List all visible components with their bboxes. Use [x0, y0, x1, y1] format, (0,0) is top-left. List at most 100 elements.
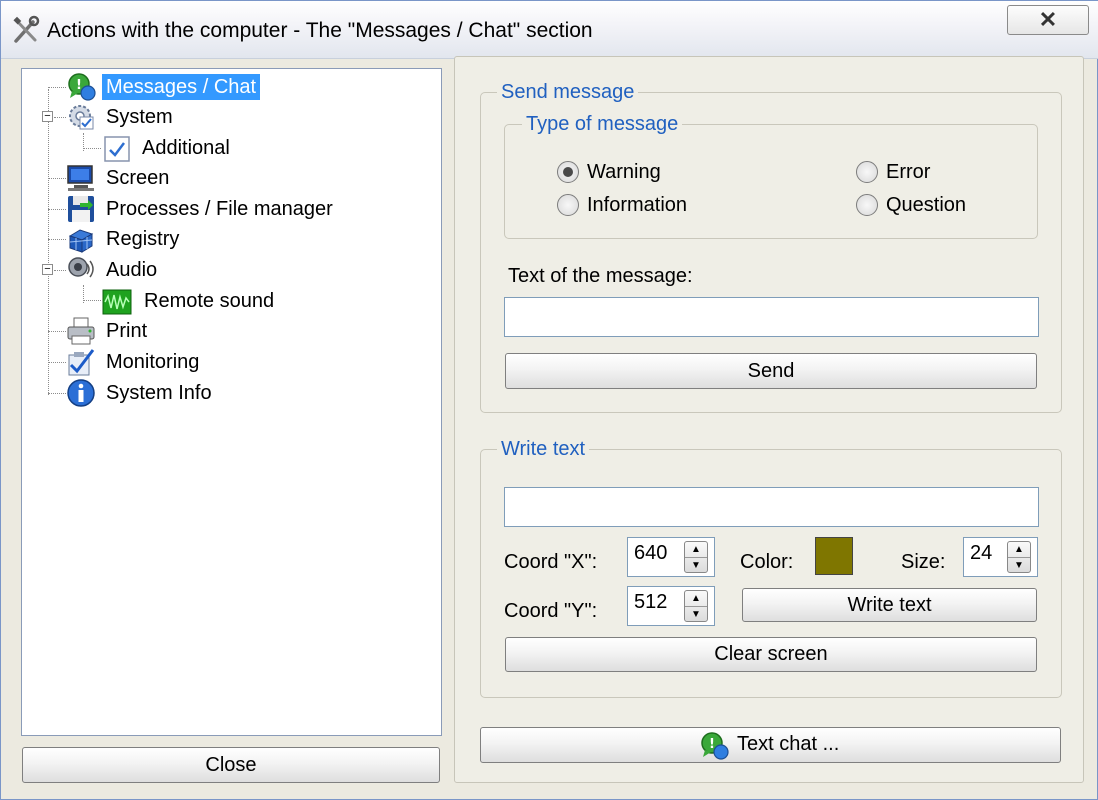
- svg-text:!: !: [709, 737, 715, 752]
- tree-item-processes[interactable]: Processes / File manager: [66, 194, 366, 224]
- app-window: Actions with the computer - The "Message…: [0, 0, 1098, 800]
- tools-icon: [13, 15, 40, 43]
- color-label: Color:: [740, 551, 794, 573]
- size-spin-buttons[interactable]: ▲ ▼: [1007, 541, 1031, 573]
- tree-item-registry[interactable]: Registry: [66, 224, 266, 254]
- tree-item-screen[interactable]: Screen: [66, 163, 266, 193]
- window-close-button[interactable]: ✕: [1007, 5, 1089, 35]
- coord-y-spin-buttons[interactable]: ▲ ▼: [684, 590, 708, 622]
- svg-text:!: !: [76, 78, 82, 93]
- tree-item-monitoring[interactable]: Monitoring: [66, 347, 266, 377]
- spin-down-icon[interactable]: ▼: [685, 607, 707, 622]
- tree-connector: [54, 117, 66, 118]
- tree-connector: [48, 362, 66, 363]
- window-title: Actions with the computer - The "Message…: [47, 19, 593, 42]
- message-text-input[interactable]: [504, 297, 1039, 337]
- radio-checked-dot: [563, 167, 573, 177]
- tree-item-label: Screen: [106, 167, 170, 189]
- content-panel: Send message Type of message Warning Err…: [454, 56, 1084, 783]
- waveform-icon: [102, 289, 132, 315]
- radio-circle: [856, 194, 878, 216]
- tree-item-system-info[interactable]: System Info: [66, 377, 266, 409]
- clear-screen-button[interactable]: Clear screen: [505, 637, 1037, 672]
- coord-x-label: Coord "X":: [504, 551, 598, 573]
- text-chat-label: Text chat ...: [737, 733, 840, 755]
- monitoring-icon: [68, 349, 95, 376]
- collapse-toggle[interactable]: −: [42, 111, 53, 122]
- tree-connector: [54, 270, 66, 271]
- tree-item-additional[interactable]: Additional: [102, 133, 302, 163]
- spin-up-icon[interactable]: ▲: [685, 591, 707, 607]
- radio-circle: [856, 161, 878, 183]
- tree-item-label: Messages / Chat: [102, 74, 261, 100]
- tree-connector: [83, 300, 101, 301]
- write-text-button[interactable]: Write text: [742, 588, 1037, 622]
- tree-item-audio[interactable]: Audio: [66, 255, 266, 285]
- coord-x-value: 640: [634, 542, 668, 564]
- write-text-legend: Write text: [497, 438, 590, 461]
- radio-label: Question: [886, 194, 967, 216]
- chat-icon: !: [68, 73, 96, 101]
- radio-label: Warning: [587, 161, 661, 183]
- coord-y-spinner[interactable]: 512 ▲ ▼: [627, 586, 715, 626]
- radio-label: Information: [587, 194, 688, 216]
- tree-item-label: Remote sound: [144, 290, 275, 312]
- radio-warning[interactable]: Warning: [557, 158, 697, 186]
- chat-icon: !: [701, 732, 729, 760]
- radio-circle: [557, 194, 579, 216]
- tree-item-label: System: [106, 106, 173, 128]
- spin-up-icon[interactable]: ▲: [685, 542, 707, 558]
- send-message-legend: Send message: [497, 81, 639, 104]
- tree-item-label: Monitoring: [106, 351, 200, 373]
- tree-connector: [48, 393, 66, 394]
- tree-item-label: Processes / File manager: [106, 198, 333, 220]
- coord-y-label: Coord "Y":: [504, 600, 598, 622]
- tree-item-label: Additional: [142, 137, 230, 159]
- tree-connector: [48, 178, 66, 179]
- close-button[interactable]: Close: [22, 747, 440, 783]
- message-text-label: Text of the message:: [508, 265, 693, 287]
- tree-connector: [48, 209, 66, 210]
- tree-item-remote-sound[interactable]: Remote sound: [102, 286, 322, 316]
- radio-label: Error: [886, 161, 931, 183]
- gear-icon: [69, 105, 94, 130]
- radio-information[interactable]: Information: [557, 191, 737, 219]
- tree-item-label: Audio: [106, 259, 158, 281]
- collapse-toggle[interactable]: −: [42, 264, 53, 275]
- size-spinner[interactable]: 24 ▲ ▼: [963, 537, 1038, 577]
- spin-up-icon[interactable]: ▲: [1008, 542, 1030, 558]
- tree-item-label: System Info: [106, 382, 212, 404]
- message-type-legend: Type of message: [522, 113, 683, 136]
- speaker-icon: [68, 257, 94, 278]
- monitor-icon: [67, 165, 94, 191]
- tree-item-system[interactable]: System: [66, 102, 266, 132]
- spin-down-icon[interactable]: ▼: [685, 558, 707, 573]
- spin-down-icon[interactable]: ▼: [1008, 558, 1030, 573]
- color-swatch[interactable]: [815, 537, 853, 575]
- text-chat-button[interactable]: ! Text chat ...: [480, 727, 1061, 763]
- tree-item-label: Print: [106, 320, 148, 342]
- checkbox-icon: [104, 136, 130, 162]
- floppy-icon: [68, 196, 94, 222]
- tree-item-label: Registry: [106, 228, 180, 250]
- tree-item-print[interactable]: Print: [66, 316, 266, 346]
- radio-circle: [557, 161, 579, 183]
- coord-x-spin-buttons[interactable]: ▲ ▼: [684, 541, 708, 573]
- tree-item-messages-chat[interactable]: ! Messages / Chat: [66, 72, 326, 102]
- title-bar[interactable]: Actions with the computer - The "Message…: [1, 1, 1098, 59]
- tree-connector: [48, 331, 66, 332]
- send-button[interactable]: Send: [505, 353, 1037, 389]
- radio-error[interactable]: Error: [856, 158, 976, 186]
- coord-x-spinner[interactable]: 640 ▲ ▼: [627, 537, 715, 577]
- registry-icon: [68, 229, 94, 253]
- size-label: Size:: [901, 551, 946, 573]
- tree-connector: [48, 87, 66, 88]
- tree-connector: [48, 239, 66, 240]
- section-tree[interactable]: ! Messages / Chat − System Additional Sc…: [21, 68, 442, 736]
- tree-connector: [48, 89, 49, 395]
- write-text-input[interactable]: [504, 487, 1039, 527]
- radio-question[interactable]: Question: [856, 191, 996, 219]
- tree-connector: [83, 148, 101, 149]
- printer-icon: [67, 317, 95, 345]
- size-value: 24: [970, 542, 993, 564]
